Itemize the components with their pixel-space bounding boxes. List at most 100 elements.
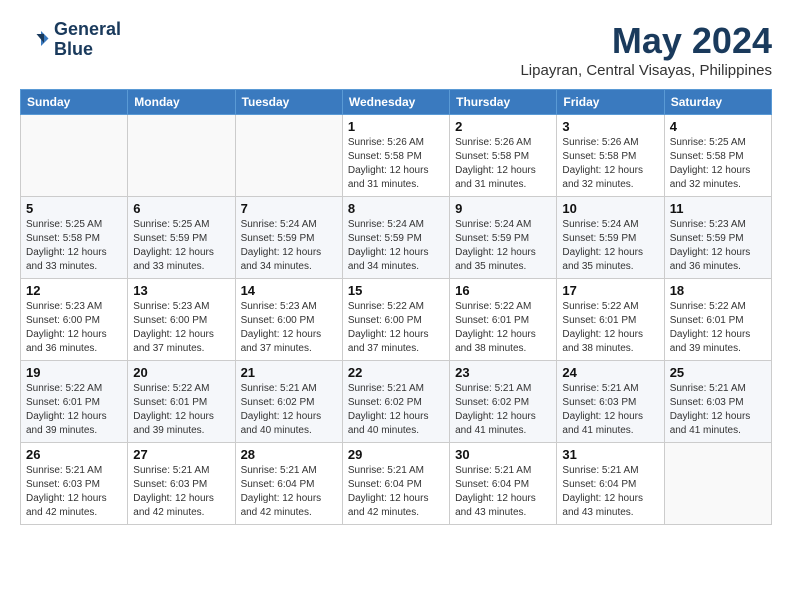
date-number: 23 [455, 365, 551, 380]
calendar-cell: 7 Sunrise: 5:24 AM Sunset: 5:59 PM Daylig… [235, 197, 342, 279]
date-number: 22 [348, 365, 444, 380]
cell-info: Sunrise: 5:21 AM Sunset: 6:03 PM Dayligh… [133, 464, 229, 520]
cell-info: Sunrise: 5:22 AM Sunset: 6:00 PM Dayligh… [348, 300, 444, 356]
calendar-cell: 22 Sunrise: 5:21 AM Sunset: 6:02 PM Dayli… [342, 361, 449, 443]
date-number: 6 [133, 201, 229, 216]
date-number: 13 [133, 283, 229, 298]
date-number: 11 [670, 201, 766, 216]
day-header-thursday: Thursday [450, 90, 557, 115]
date-number: 18 [670, 283, 766, 298]
date-number: 5 [26, 201, 122, 216]
day-header-friday: Friday [557, 90, 664, 115]
date-number: 27 [133, 447, 229, 462]
cell-info: Sunrise: 5:21 AM Sunset: 6:03 PM Dayligh… [26, 464, 122, 520]
calendar-cell: 8 Sunrise: 5:24 AM Sunset: 5:59 PM Daylig… [342, 197, 449, 279]
date-number: 9 [455, 201, 551, 216]
date-number: 28 [241, 447, 337, 462]
date-number: 20 [133, 365, 229, 380]
cell-info: Sunrise: 5:24 AM Sunset: 5:59 PM Dayligh… [241, 218, 337, 274]
cell-info: Sunrise: 5:24 AM Sunset: 5:59 PM Dayligh… [562, 218, 658, 274]
logo-icon [20, 25, 50, 55]
cell-info: Sunrise: 5:24 AM Sunset: 5:59 PM Dayligh… [455, 218, 551, 274]
date-number: 2 [455, 119, 551, 134]
week-row-1: 1Sunrise: 5:26 AM Sunset: 5:58 PM Daylig… [21, 115, 772, 197]
calendar-cell: 3 Sunrise: 5:26 AM Sunset: 5:58 PM Daylig… [557, 115, 664, 197]
cell-info: Sunrise: 5:21 AM Sunset: 6:02 PM Dayligh… [348, 382, 444, 438]
week-row-4: 19Sunrise: 5:22 AM Sunset: 6:01 PM Dayli… [21, 361, 772, 443]
cell-info: Sunrise: 5:21 AM Sunset: 6:03 PM Dayligh… [670, 382, 766, 438]
calendar-cell: 12 Sunrise: 5:23 AM Sunset: 6:00 PM Dayli… [21, 279, 128, 361]
calendar-cell: 31 Sunrise: 5:21 AM Sunset: 6:04 PM Dayli… [557, 443, 664, 525]
date-number: 31 [562, 447, 658, 462]
date-number: 29 [348, 447, 444, 462]
logo: General Blue [20, 20, 121, 60]
calendar-cell: 5 Sunrise: 5:25 AM Sunset: 5:58 PM Daylig… [21, 197, 128, 279]
date-number: 10 [562, 201, 658, 216]
calendar-cell: 14 Sunrise: 5:23 AM Sunset: 6:00 PM Dayli… [235, 279, 342, 361]
cell-info: Sunrise: 5:21 AM Sunset: 6:02 PM Dayligh… [241, 382, 337, 438]
title-block: May 2024 Lipayran, Central Visayas, Phil… [520, 20, 772, 79]
week-row-5: 26 Sunrise: 5:21 AM Sunset: 6:03 PM Dayli… [21, 443, 772, 525]
location-title: Lipayran, Central Visayas, Philippines [520, 62, 772, 79]
calendar-cell [21, 115, 128, 197]
cell-info: Sunrise: 5:25 AM Sunset: 5:59 PM Dayligh… [133, 218, 229, 274]
date-number: 15 [348, 283, 444, 298]
calendar-cell: 29Sunrise: 5:21 AM Sunset: 6:04 PM Dayli… [342, 443, 449, 525]
day-header-wednesday: Wednesday [342, 90, 449, 115]
page-header: General Blue May 2024 Lipayran, Central … [20, 20, 772, 79]
date-number: 8 [348, 201, 444, 216]
calendar-cell: 4 Sunrise: 5:25 AM Sunset: 5:58 PM Daylig… [664, 115, 771, 197]
cell-info: Sunrise: 5:26 AM Sunset: 5:58 PM Dayligh… [348, 136, 444, 192]
calendar-cell: 13 Sunrise: 5:23 AM Sunset: 6:00 PM Dayli… [128, 279, 235, 361]
cell-info: Sunrise: 5:21 AM Sunset: 6:03 PM Dayligh… [562, 382, 658, 438]
calendar-cell [664, 443, 771, 525]
cell-info: Sunrise: 5:23 AM Sunset: 6:00 PM Dayligh… [133, 300, 229, 356]
week-row-2: 5 Sunrise: 5:25 AM Sunset: 5:58 PM Daylig… [21, 197, 772, 279]
calendar-cell: 27 Sunrise: 5:21 AM Sunset: 6:03 PM Dayli… [128, 443, 235, 525]
calendar-table: SundayMondayTuesdayWednesdayThursdayFrid… [20, 89, 772, 525]
date-number: 3 [562, 119, 658, 134]
month-title: May 2024 [520, 20, 772, 62]
day-header-saturday: Saturday [664, 90, 771, 115]
calendar-cell: 26 Sunrise: 5:21 AM Sunset: 6:03 PM Dayli… [21, 443, 128, 525]
calendar-cell: 24 Sunrise: 5:21 AM Sunset: 6:03 PM Dayli… [557, 361, 664, 443]
calendar-cell: 28 Sunrise: 5:21 AM Sunset: 6:04 PM Dayli… [235, 443, 342, 525]
cell-info: Sunrise: 5:21 AM Sunset: 6:04 PM Dayligh… [562, 464, 658, 520]
calendar-cell: 19Sunrise: 5:22 AM Sunset: 6:01 PM Dayli… [21, 361, 128, 443]
cell-info: Sunrise: 5:21 AM Sunset: 6:04 PM Dayligh… [241, 464, 337, 520]
calendar-cell: 15 Sunrise: 5:22 AM Sunset: 6:00 PM Dayli… [342, 279, 449, 361]
cell-info: Sunrise: 5:23 AM Sunset: 6:00 PM Dayligh… [241, 300, 337, 356]
date-number: 17 [562, 283, 658, 298]
date-number: 12 [26, 283, 122, 298]
day-header-tuesday: Tuesday [235, 90, 342, 115]
cell-info: Sunrise: 5:23 AM Sunset: 5:59 PM Dayligh… [670, 218, 766, 274]
cell-info: Sunrise: 5:25 AM Sunset: 5:58 PM Dayligh… [670, 136, 766, 192]
date-number: 24 [562, 365, 658, 380]
week-row-3: 12 Sunrise: 5:23 AM Sunset: 6:00 PM Dayli… [21, 279, 772, 361]
cell-info: Sunrise: 5:26 AM Sunset: 5:58 PM Dayligh… [455, 136, 551, 192]
cell-info: Sunrise: 5:21 AM Sunset: 6:02 PM Dayligh… [455, 382, 551, 438]
calendar-cell: 16Sunrise: 5:22 AM Sunset: 6:01 PM Dayli… [450, 279, 557, 361]
cell-info: Sunrise: 5:26 AM Sunset: 5:58 PM Dayligh… [562, 136, 658, 192]
date-number: 4 [670, 119, 766, 134]
header-row: SundayMondayTuesdayWednesdayThursdayFrid… [21, 90, 772, 115]
calendar-cell: 1Sunrise: 5:26 AM Sunset: 5:58 PM Daylig… [342, 115, 449, 197]
cell-info: Sunrise: 5:22 AM Sunset: 6:01 PM Dayligh… [26, 382, 122, 438]
cell-info: Sunrise: 5:22 AM Sunset: 6:01 PM Dayligh… [670, 300, 766, 356]
cell-info: Sunrise: 5:25 AM Sunset: 5:58 PM Dayligh… [26, 218, 122, 274]
date-number: 14 [241, 283, 337, 298]
calendar-cell: 25Sunrise: 5:21 AM Sunset: 6:03 PM Dayli… [664, 361, 771, 443]
cell-info: Sunrise: 5:22 AM Sunset: 6:01 PM Dayligh… [562, 300, 658, 356]
calendar-cell: 23 Sunrise: 5:21 AM Sunset: 6:02 PM Dayli… [450, 361, 557, 443]
date-number: 21 [241, 365, 337, 380]
day-header-monday: Monday [128, 90, 235, 115]
cell-info: Sunrise: 5:21 AM Sunset: 6:04 PM Dayligh… [455, 464, 551, 520]
calendar-cell: 2 Sunrise: 5:26 AM Sunset: 5:58 PM Daylig… [450, 115, 557, 197]
cell-info: Sunrise: 5:23 AM Sunset: 6:00 PM Dayligh… [26, 300, 122, 356]
calendar-cell [235, 115, 342, 197]
date-number: 26 [26, 447, 122, 462]
calendar-cell: 18 Sunrise: 5:22 AM Sunset: 6:01 PM Dayli… [664, 279, 771, 361]
date-number: 7 [241, 201, 337, 216]
cell-info: Sunrise: 5:24 AM Sunset: 5:59 PM Dayligh… [348, 218, 444, 274]
calendar-cell: 17 Sunrise: 5:22 AM Sunset: 6:01 PM Dayli… [557, 279, 664, 361]
